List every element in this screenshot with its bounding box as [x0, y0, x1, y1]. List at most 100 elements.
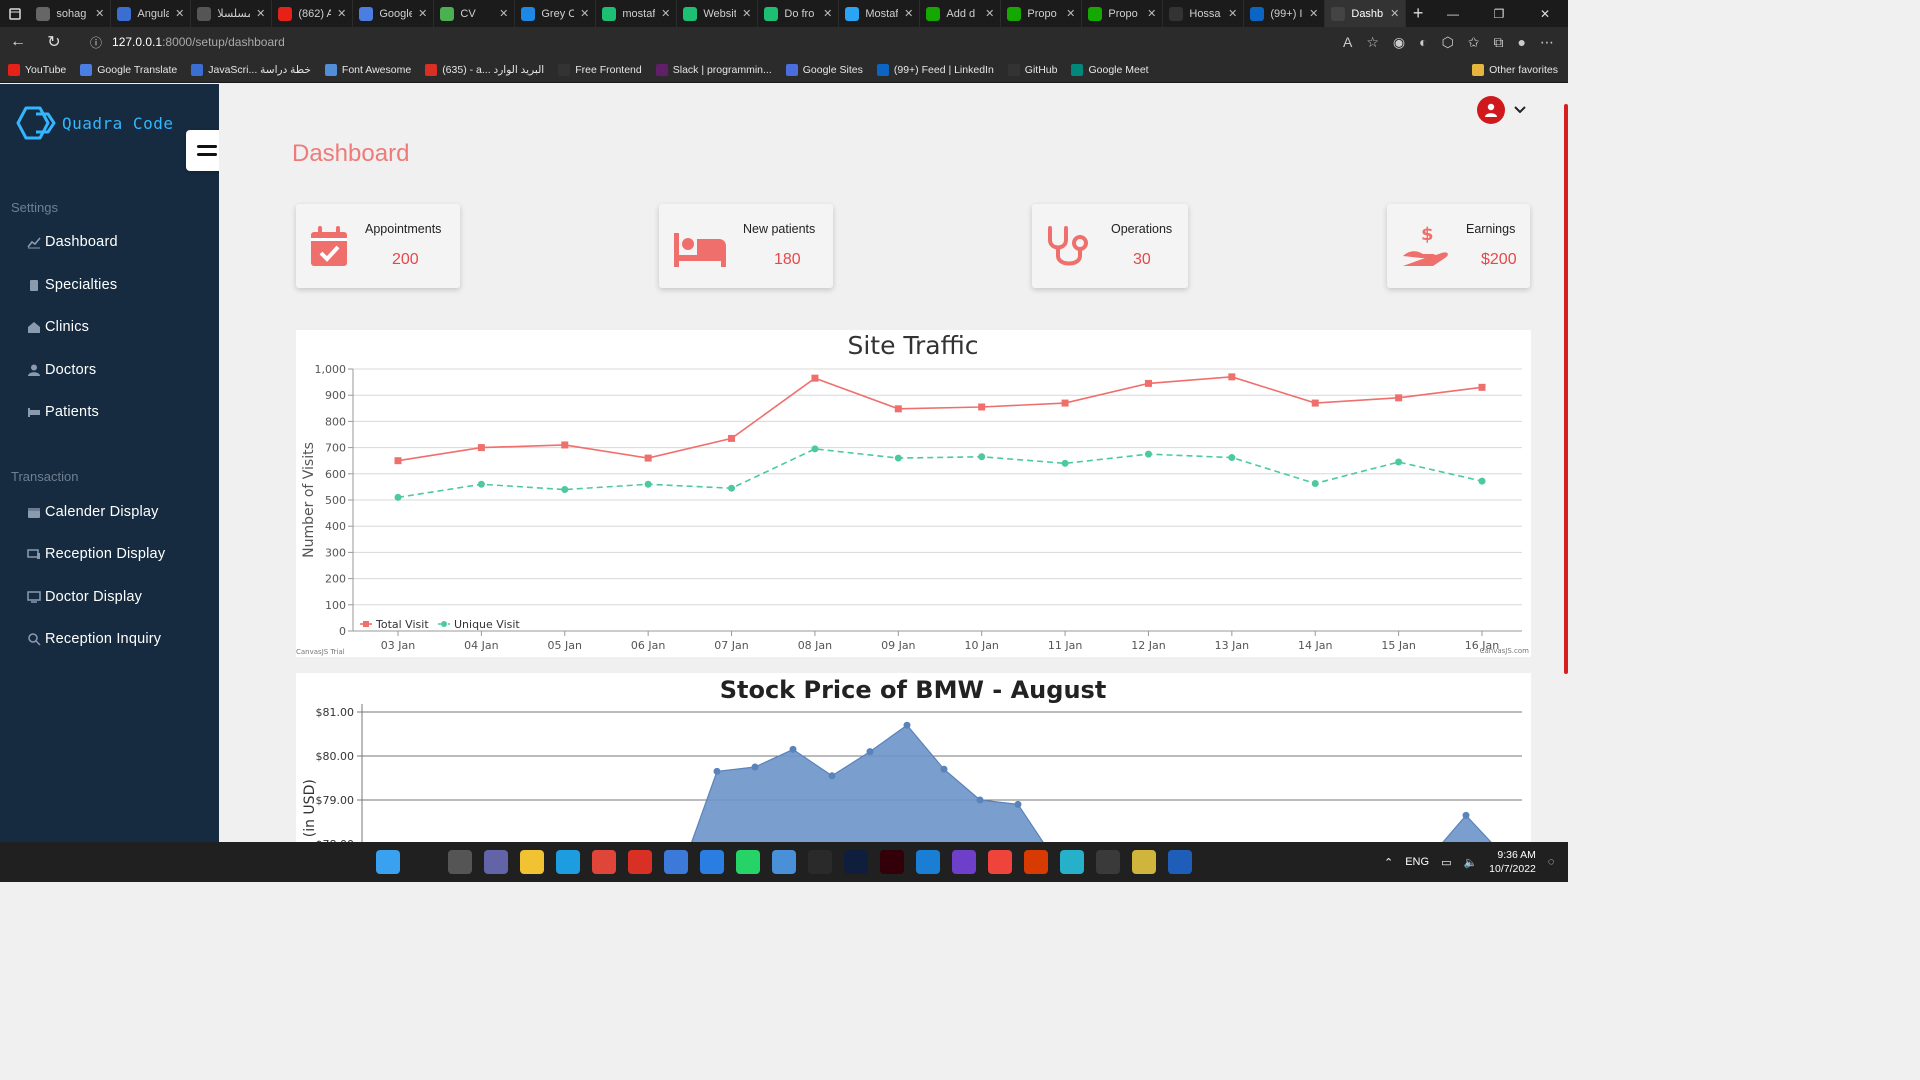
- close-window-icon[interactable]: ✕: [1522, 7, 1568, 21]
- search-icon[interactable]: [412, 850, 436, 874]
- sidebar-item-reception-inquiry[interactable]: Reception Inquiry: [27, 631, 161, 647]
- browser-tab[interactable]: Do fro ✕: [758, 0, 840, 27]
- sidebar-item-specialties[interactable]: Specialties: [27, 277, 117, 293]
- file-explorer-icon[interactable]: [520, 850, 544, 874]
- illustrator-icon[interactable]: [880, 850, 904, 874]
- scrollbar[interactable]: [1564, 104, 1568, 674]
- clock[interactable]: 9:36 AM 10/7/2022: [1489, 848, 1536, 876]
- browser-tab[interactable]: Mostaf ✕: [839, 0, 921, 27]
- close-tab-icon[interactable]: ✕: [1390, 7, 1399, 20]
- extension-icon[interactable]: ◉: [1393, 34, 1405, 51]
- browser-tab[interactable]: sohag ✕: [30, 0, 112, 27]
- extensions-icon[interactable]: ⬡: [1442, 34, 1454, 51]
- powershell-icon[interactable]: [1168, 850, 1192, 874]
- collections-icon[interactable]: ⧉: [1494, 34, 1504, 51]
- epic-games-icon[interactable]: [808, 850, 832, 874]
- close-tab-icon[interactable]: ✕: [418, 7, 427, 20]
- browser-tab[interactable]: (99+) I ✕: [1244, 0, 1326, 27]
- sublime-icon[interactable]: [1132, 850, 1156, 874]
- slack-icon[interactable]: [1096, 850, 1120, 874]
- close-tab-icon[interactable]: ✕: [1066, 7, 1075, 20]
- close-tab-icon[interactable]: ✕: [1228, 7, 1237, 20]
- bookmark-item[interactable]: Free Frontend: [558, 63, 642, 76]
- new-tab-button[interactable]: +: [1406, 3, 1430, 24]
- other-favorites[interactable]: Other favorites: [1472, 63, 1568, 76]
- sidebar-item-calender-display[interactable]: Calender Display: [27, 504, 159, 520]
- vscode-icon[interactable]: [916, 850, 940, 874]
- profile-icon[interactable]: ●: [1518, 34, 1526, 51]
- office-icon[interactable]: [1024, 850, 1048, 874]
- sidebar-item-dashboard[interactable]: Dashboard: [27, 234, 118, 250]
- site-info-icon[interactable]: ⓘ: [90, 34, 102, 51]
- close-tab-icon[interactable]: ✕: [95, 7, 104, 20]
- close-tab-icon[interactable]: ✕: [823, 7, 832, 20]
- restore-icon[interactable]: ❐: [1476, 7, 1522, 21]
- browser-tab[interactable]: Google ✕: [353, 0, 435, 27]
- browser-tab[interactable]: CV ✕: [434, 0, 516, 27]
- volume-icon[interactable]: 🔈: [1463, 856, 1477, 869]
- bookmark-item[interactable]: (635) - a... البريد الوارد: [425, 63, 544, 76]
- browser-tab[interactable]: (862) A ✕: [272, 0, 354, 27]
- stat-card-earnings[interactable]: $ Earnings $200: [1387, 204, 1530, 288]
- stat-card-operations[interactable]: Operations 30: [1032, 204, 1188, 288]
- notification-icon[interactable]: ◌: [1548, 856, 1555, 868]
- chrome-icon[interactable]: [592, 850, 616, 874]
- close-tab-icon[interactable]: ✕: [1147, 7, 1156, 20]
- refresh-icon[interactable]: ↻: [36, 32, 72, 52]
- sidebar-item-clinics[interactable]: Clinics: [27, 319, 89, 335]
- settings-icon[interactable]: [772, 850, 796, 874]
- photoshop-icon[interactable]: [844, 850, 868, 874]
- bookmark-item[interactable]: Google Meet: [1071, 63, 1149, 76]
- minimize-icon[interactable]: —: [1430, 7, 1476, 21]
- bookmark-item[interactable]: JavaScri... خطة دراسة: [191, 63, 311, 76]
- close-tab-icon[interactable]: ✕: [661, 7, 670, 20]
- browser-tab[interactable]: Propo ✕: [1001, 0, 1083, 27]
- browser-tab[interactable]: Websit ✕: [677, 0, 759, 27]
- url-field[interactable]: ⓘ 127.0.0.1:8000/setup/dashboard: [90, 30, 1290, 54]
- bookmark-item[interactable]: Slack | programmin...: [655, 63, 772, 76]
- whatsapp-icon[interactable]: [736, 850, 760, 874]
- back-icon[interactable]: ←: [0, 33, 36, 51]
- close-tab-icon[interactable]: ✕: [175, 7, 184, 20]
- tab-actions-icon[interactable]: [0, 0, 30, 27]
- display-icon[interactable]: ▭: [1441, 856, 1451, 869]
- read-aloud-icon[interactable]: A: [1343, 34, 1352, 51]
- github-desktop-icon[interactable]: [952, 850, 976, 874]
- browser-tab[interactable]: Grey C ✕: [515, 0, 597, 27]
- more-icon[interactable]: ⋯: [1540, 34, 1554, 51]
- bookmark-item[interactable]: Google Translate: [80, 63, 177, 76]
- store-icon[interactable]: [664, 850, 688, 874]
- chevron-up-icon[interactable]: ⌃: [1384, 856, 1393, 869]
- browser-tab[interactable]: Add d ✕: [920, 0, 1002, 27]
- close-tab-icon[interactable]: ✕: [580, 7, 589, 20]
- task-view-icon[interactable]: [448, 850, 472, 874]
- close-tab-icon[interactable]: ✕: [499, 7, 508, 20]
- bookmark-item[interactable]: GitHub: [1007, 63, 1057, 76]
- stat-card-appointments[interactable]: Appointments 200: [296, 204, 460, 288]
- close-tab-icon[interactable]: ✕: [742, 7, 751, 20]
- browser-tab[interactable]: Dashb ✕: [1325, 0, 1407, 27]
- anydesk-icon[interactable]: [988, 850, 1012, 874]
- favorites-icon[interactable]: ✩: [1468, 34, 1480, 51]
- close-tab-icon[interactable]: ✕: [256, 7, 265, 20]
- user-menu[interactable]: [1477, 96, 1527, 124]
- bookmark-item[interactable]: (99+) Feed | LinkedIn: [876, 63, 994, 76]
- sidebar-item-reception-display[interactable]: Reception Display: [27, 546, 165, 562]
- bookmark-item[interactable]: Google Sites: [785, 63, 863, 76]
- sidebar-item-doctor-display[interactable]: Doctor Display: [27, 589, 142, 605]
- sidebar-item-doctors[interactable]: Doctors: [27, 362, 96, 378]
- edge-icon[interactable]: [556, 850, 580, 874]
- browser-tab[interactable]: Propo ✕: [1082, 0, 1164, 27]
- close-tab-icon[interactable]: ✕: [337, 7, 346, 20]
- record-icon[interactable]: [628, 850, 652, 874]
- chat-icon[interactable]: [484, 850, 508, 874]
- mail-icon[interactable]: [700, 850, 724, 874]
- language-indicator[interactable]: ENG: [1405, 856, 1429, 868]
- sidebar-item-patients[interactable]: Patients: [27, 404, 99, 420]
- add-favorite-icon[interactable]: ☆: [1366, 34, 1379, 51]
- bookmark-item[interactable]: Font Awesome: [324, 63, 411, 76]
- close-tab-icon[interactable]: ✕: [904, 7, 913, 20]
- browser-tab[interactable]: مسلسلا ✕: [191, 0, 273, 27]
- start-icon[interactable]: [376, 850, 400, 874]
- logo[interactable]: Quadra Code: [14, 104, 173, 142]
